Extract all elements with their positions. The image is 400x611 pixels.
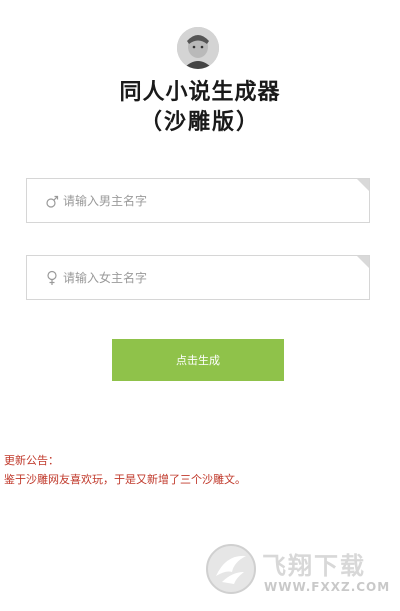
female-name-field[interactable] [26,255,370,300]
watermark: 飞翔下载 WWW.FXXZ.COM [204,540,394,602]
avatar-image [177,27,219,69]
field-corner-decoration [357,179,369,191]
notice-text: 鉴于沙雕网友喜欢玩，于是又新增了三个沙雕文。 [4,473,246,486]
female-name-input[interactable] [63,256,353,299]
fxxz-logo [206,544,256,594]
female-symbol-icon [47,270,57,285]
watermark-name: 飞翔下载 [262,552,366,580]
male-name-input[interactable] [63,179,353,222]
notice-title: 更新公告： [4,454,59,467]
watermark-url: WWW.FXXZ.COM [264,580,391,594]
page-subtitle: （沙雕版） [139,110,260,135]
male-name-field[interactable] [26,178,370,223]
page-title: 同人小说生成器 [119,80,281,105]
field-corner-decoration [357,256,369,268]
male-symbol-icon [46,195,59,208]
generate-button[interactable]: 点击生成 [112,339,284,381]
avatar [177,27,219,69]
